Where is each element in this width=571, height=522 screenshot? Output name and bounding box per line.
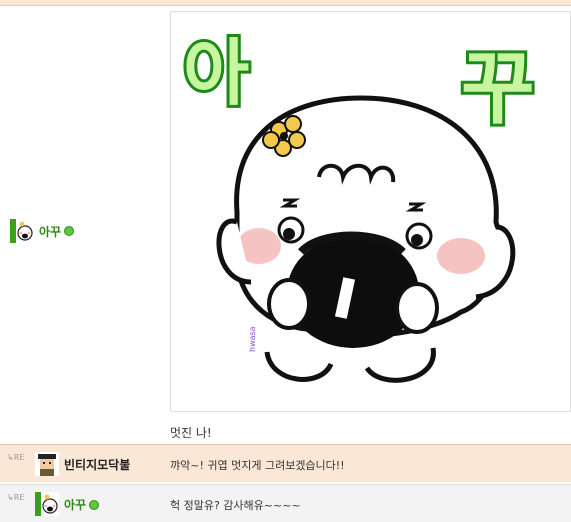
post-row: 아꾸 아 꾸 hwasa 멋진 나! (0, 6, 571, 444)
image-title-right: 꾸 (458, 39, 538, 138)
post-author[interactable]: 아꾸 (10, 217, 75, 245)
post-image[interactable]: 아 꾸 hwasa (170, 11, 571, 412)
comment-row: ↳RE 빈티지모닥불 꺄악~! 귀엽 멋지게 그려보겠습니다!! (0, 444, 571, 482)
reply-arrow-icon: ↳RE (7, 453, 25, 462)
svg-text:아: 아 (183, 31, 249, 115)
reply-arrow-icon: ↳RE (7, 493, 25, 502)
image-watermark: hwasa (248, 326, 257, 352)
author-nickname[interactable]: 아꾸 (39, 223, 61, 240)
online-status-icon (64, 226, 75, 236)
avatar[interactable] (35, 492, 59, 516)
comment-row: ↳RE 아꾸 헉 정말유? 감사해유~~~~ (0, 484, 571, 522)
image-title-left: 아 (180, 28, 252, 118)
online-status-icon (89, 500, 100, 510)
comment-author[interactable]: 빈티지모닥불 (64, 456, 130, 473)
svg-text:꾸: 꾸 (461, 42, 535, 135)
comment-text: 꺄악~! 귀엽 멋지게 그려보겠습니다!! (170, 459, 345, 472)
avatar[interactable] (35, 452, 59, 476)
comment-author[interactable]: 아꾸 (64, 496, 100, 513)
comment-text: 헉 정말유? 감사해유~~~~ (170, 499, 301, 512)
post-body: 멋진 나! (170, 426, 212, 440)
avatar[interactable] (10, 219, 34, 243)
